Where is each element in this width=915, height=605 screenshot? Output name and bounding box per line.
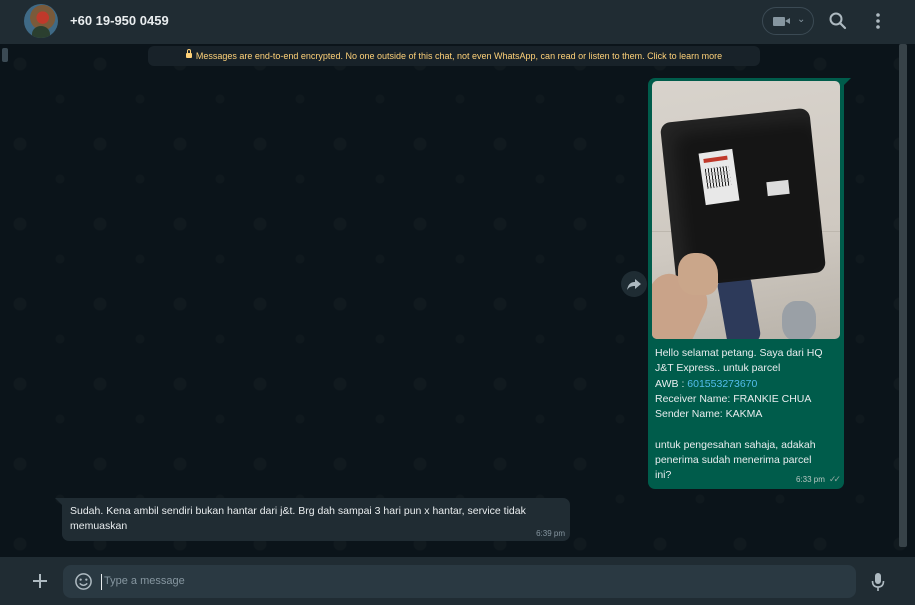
forward-icon: [627, 279, 641, 290]
plus-icon[interactable]: [30, 571, 50, 591]
message-line: J&T Express.. untuk parcel: [655, 362, 781, 375]
video-camera-icon: [773, 17, 790, 26]
message-line: untuk pengesahan sahaja, adakah: [655, 438, 816, 451]
message-time: 6:39 pm: [536, 529, 565, 538]
video-call-button[interactable]: ⌄: [762, 7, 814, 35]
contact-avatar[interactable]: [24, 4, 58, 38]
text-caret: [101, 574, 102, 590]
microphone-icon[interactable]: [870, 572, 886, 592]
message-line: penerima sudah menerima parcel: [655, 454, 812, 467]
incoming-message-text: Sudah. Kena ambil sendiri bukan hantar d…: [70, 505, 526, 532]
chevron-down-icon: ⌄: [797, 14, 806, 25]
emoji-icon[interactable]: [74, 572, 93, 591]
message-line: Hello selamat petang. Saya dari HQ: [655, 347, 823, 359]
contact-name[interactable]: +60 19-950 0459: [70, 13, 169, 28]
message-time: 6:33 pm: [796, 475, 825, 484]
lock-icon: [185, 49, 192, 58]
encryption-notice-text: Messages are end-to-end encrypted. No on…: [195, 51, 723, 61]
message-input[interactable]: [104, 565, 804, 598]
incoming-message[interactable]: Sudah. Kena ambil sendiri bukan hantar d…: [55, 498, 570, 541]
outgoing-message-text: Hello selamat petang. Saya dari HQ J&T E…: [655, 346, 837, 484]
chat-scrollbar[interactable]: [899, 44, 907, 547]
search-icon[interactable]: [828, 11, 848, 31]
left-pane-scrollbar[interactable]: [2, 48, 8, 62]
message-composer[interactable]: [63, 565, 856, 598]
sender-line: Sender Name: KAKMA: [655, 408, 763, 421]
encryption-notice[interactable]: Messages are end-to-end encrypted. No on…: [148, 46, 760, 66]
chat-header: +60 19-950 0459 ⌄: [0, 0, 915, 44]
message-image[interactable]: [652, 81, 840, 339]
awb-number-link[interactable]: 601553273670: [687, 378, 757, 390]
awb-label: AWB :: [655, 377, 688, 390]
receiver-line: Receiver Name: FRANKIE CHUA: [655, 392, 812, 405]
message-meta: 6:33 pm ✓✓: [796, 474, 841, 485]
outgoing-message[interactable]: Hello selamat petang. Saya dari HQ J&T E…: [648, 78, 851, 489]
compose-bar: [0, 557, 915, 605]
kebab-menu-icon[interactable]: [868, 11, 888, 31]
forward-button[interactable]: [621, 271, 647, 297]
double-check-icon: ✓✓: [828, 474, 841, 484]
